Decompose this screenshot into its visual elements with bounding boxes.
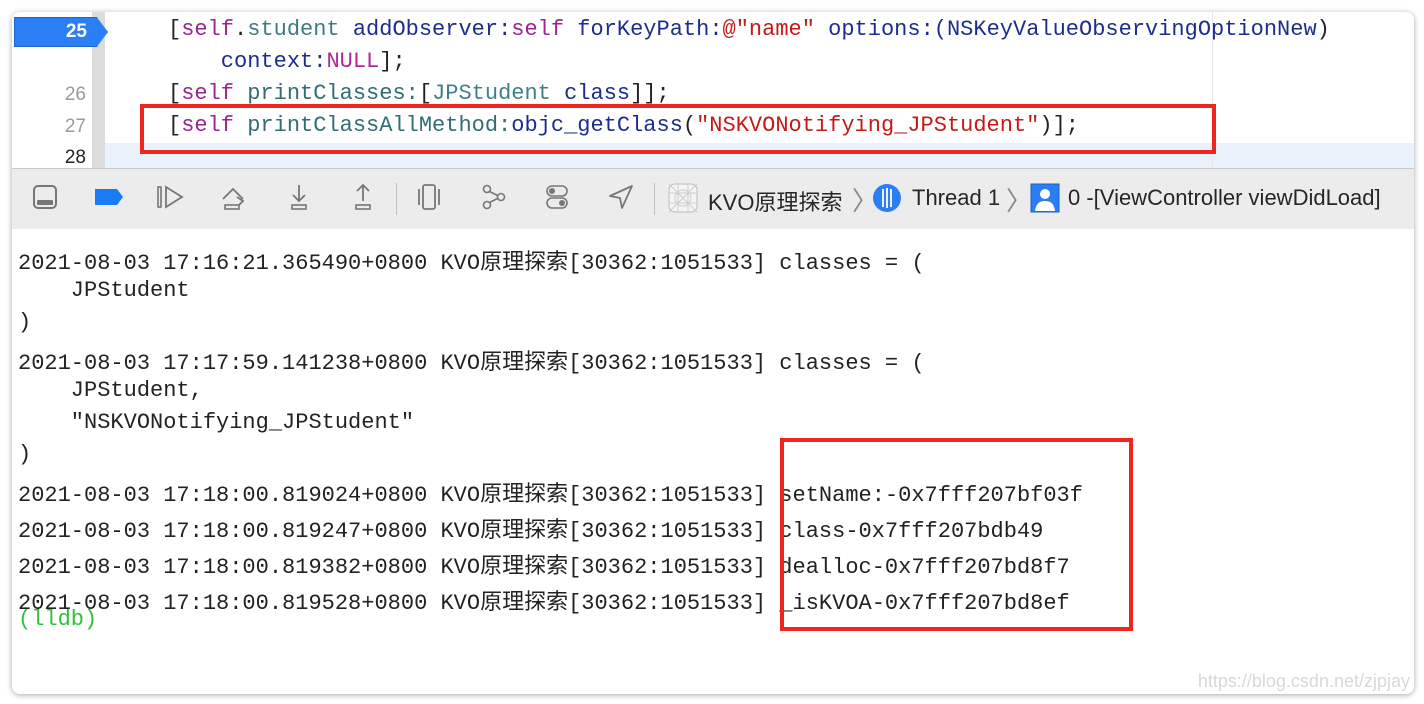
- highlight-box-code: [140, 104, 1216, 154]
- code-token: student: [247, 17, 340, 42]
- line-number: 26: [64, 84, 86, 105]
- console-line: 2021-08-03 17:16:21.365490+0800 KVO原理探索[…: [18, 251, 925, 276]
- hide-debug-area-icon[interactable]: [28, 183, 62, 215]
- xcode-window: 25 [self.student addObserver:self forKey…: [12, 12, 1414, 694]
- breadcrumb-frame[interactable]: 0 -[ViewController viewDidLoad]: [1068, 185, 1381, 211]
- code-token: options:(: [814, 17, 947, 42]
- breadcrumb-app[interactable]: KVO原理探索: [708, 185, 842, 217]
- code-editor[interactable]: 25 [self.student addObserver:self forKey…: [12, 12, 1414, 168]
- code-token: [: [418, 81, 433, 106]
- code-token: NULL: [326, 49, 380, 74]
- code-token: NSKeyValueObservingOptionNew: [946, 17, 1317, 42]
- continue-icon[interactable]: [154, 183, 188, 215]
- console-line: "NSKVONotifying_JPStudent": [18, 410, 415, 435]
- line-number: 28: [64, 147, 86, 168]
- thread-icon: [870, 183, 904, 215]
- code-token: JPStudent: [432, 81, 551, 106]
- view-hierarchy-icon[interactable]: [412, 183, 446, 215]
- console-line: JPStudent,: [18, 378, 203, 403]
- code-line: [self.student addObserver:self forKeyPat…: [168, 17, 1330, 42]
- code-token: @"name": [722, 17, 815, 42]
- console-line: JPStudent: [18, 278, 190, 303]
- code-token: self: [511, 17, 565, 42]
- step-over-icon[interactable]: [218, 183, 252, 215]
- code-token: [: [168, 81, 182, 106]
- step-into-icon[interactable]: [282, 183, 316, 215]
- memory-graph-icon[interactable]: [476, 183, 510, 215]
- environment-overrides-icon[interactable]: [540, 183, 574, 215]
- step-out-icon[interactable]: [346, 183, 380, 215]
- code-token: .: [234, 17, 248, 42]
- highlight-box-console: [780, 438, 1133, 631]
- app-icon: [666, 183, 700, 215]
- code-token: forKeyPath:: [564, 17, 723, 42]
- code-token: ]];: [630, 81, 670, 106]
- code-token: class: [550, 81, 631, 106]
- stack-frame-icon: [1028, 183, 1062, 215]
- code-line: context:NULL];: [168, 49, 406, 74]
- breadcrumb-thread[interactable]: Thread 1: [912, 185, 1000, 211]
- code-token: self: [181, 81, 235, 106]
- console-line: ): [18, 310, 32, 335]
- code-token: ): [1316, 17, 1330, 42]
- breakpoint-marker[interactable]: 25: [14, 17, 108, 47]
- toolbar-divider: [396, 183, 397, 215]
- simulate-location-icon[interactable]: [604, 183, 638, 215]
- code-token: printClasses:: [234, 81, 419, 106]
- debug-console[interactable]: 2021-08-03 17:16:21.365490+0800 KVO原理探索[…: [12, 229, 1414, 694]
- console-line: 2021-08-03 17:17:59.141238+0800 KVO原理探索[…: [18, 351, 925, 376]
- toolbar-divider: [654, 183, 655, 215]
- line-number: 27: [64, 116, 86, 137]
- code-line: [self printClasses:[JPStudent class]];: [168, 81, 670, 106]
- breakpoints-toggle-icon[interactable]: [92, 183, 126, 215]
- code-token: addObserver:: [339, 17, 512, 42]
- debug-toolbar: KVO原理探索 〉 Thread 1 〉 0 -[ViewController …: [12, 168, 1414, 230]
- code-token: context:: [168, 49, 327, 74]
- code-token: ];: [379, 49, 406, 74]
- code-token: [: [168, 17, 182, 42]
- code-token: self: [181, 17, 235, 42]
- lldb-prompt[interactable]: (lldb): [18, 607, 97, 632]
- watermark: https://blog.csdn.net/zjpjay: [1197, 671, 1410, 691]
- console-line: ): [18, 442, 32, 467]
